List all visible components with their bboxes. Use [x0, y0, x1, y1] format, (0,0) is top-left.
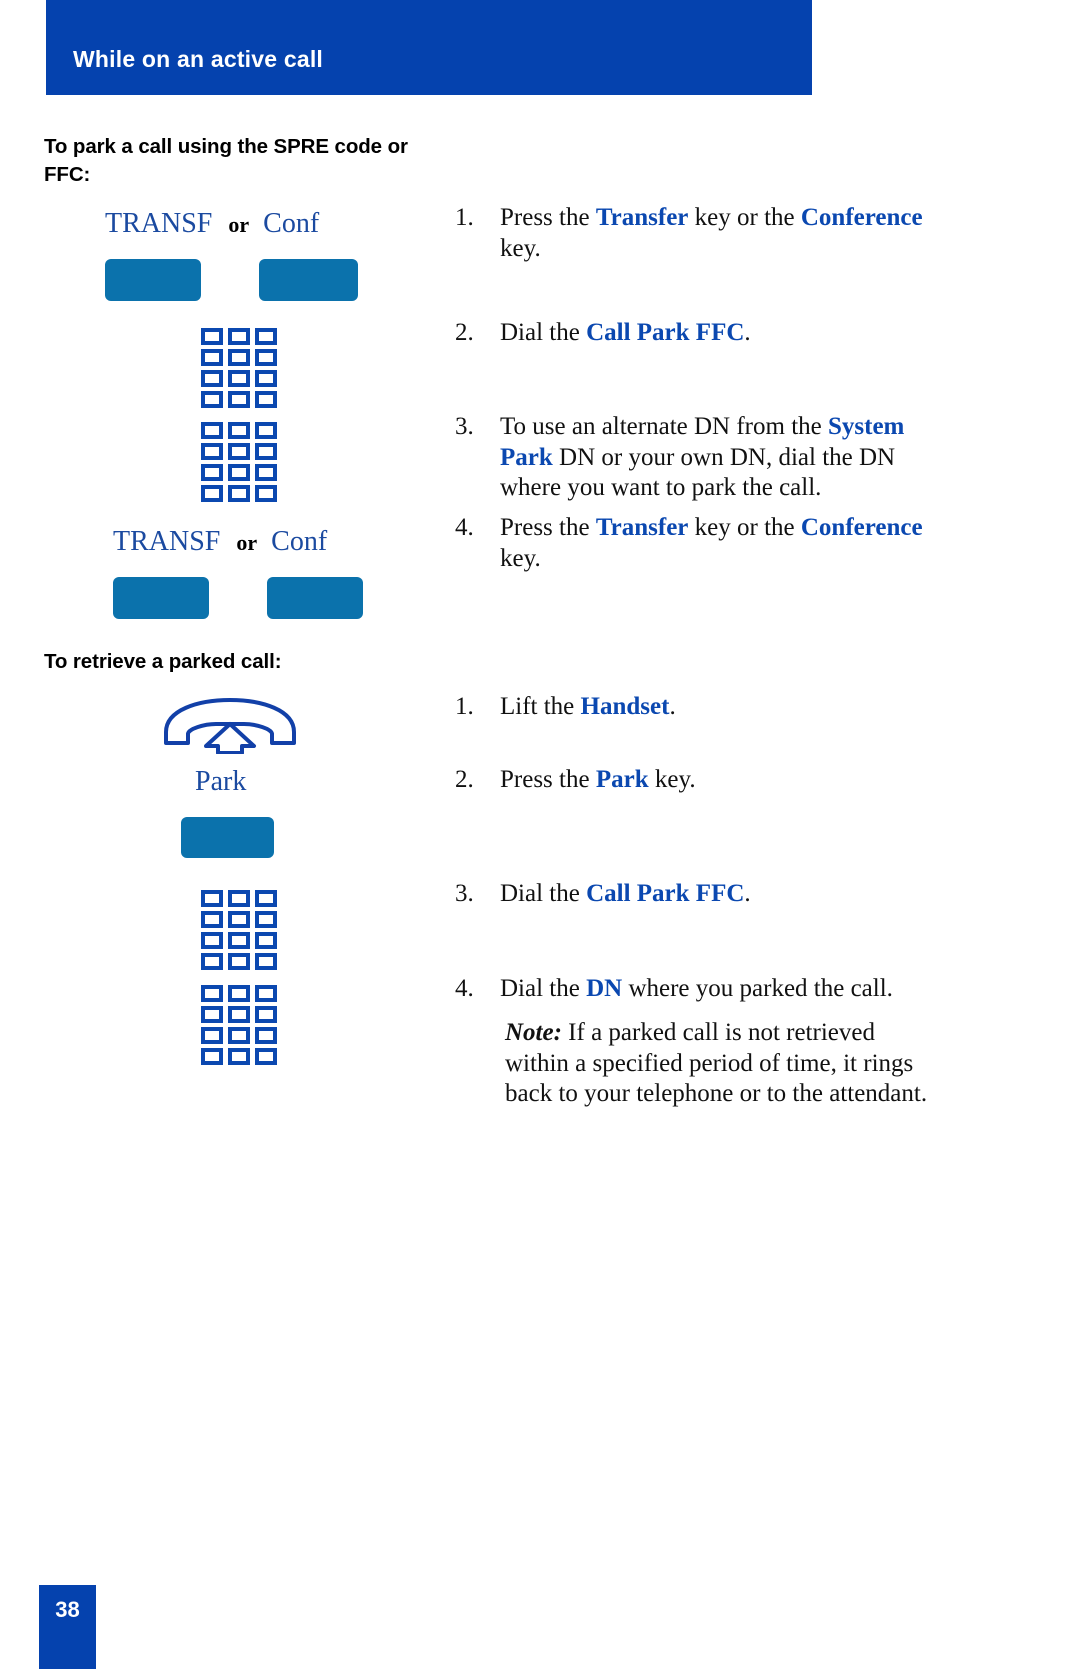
step-text: Dial the DN where you parked the call.: [500, 975, 893, 1002]
handset-lift-icon: [160, 698, 300, 759]
page-number-badge: 38: [39, 1585, 96, 1669]
conf-key-label: Conf: [271, 526, 328, 557]
keypad-cell: [201, 911, 223, 928]
keypad-cell: [228, 422, 250, 439]
step-item: 3. Dial the Call Park FFC.: [455, 879, 925, 910]
keypad-icon-2: [201, 422, 277, 502]
note-block: Note: If a parked call is not retrieved …: [505, 1018, 930, 1110]
keypad-cell: [201, 953, 223, 970]
keypad-icon-4: [201, 985, 277, 1065]
park-key-label: Park: [195, 766, 247, 797]
step-number: 4.: [455, 514, 474, 541]
step-text: To use an alternate DN from the System P…: [500, 413, 905, 501]
keypad-cell: [228, 890, 250, 907]
step-item: 1. Press the Transfer key or the Confere…: [455, 203, 925, 264]
keypad-cell: [255, 464, 277, 481]
keypad-cell: [201, 464, 223, 481]
step-item: 4. Press the Transfer key or the Confere…: [455, 513, 925, 574]
keypad-cell: [255, 1048, 277, 1065]
keypad-cell: [255, 1027, 277, 1044]
key-label-row-transfer-conference-1: TRANSF or Conf: [105, 210, 365, 238]
keypad-cell: [201, 985, 223, 1002]
keypad-cell: [255, 443, 277, 460]
keypad-cell: [228, 1027, 250, 1044]
keypad-cell: [228, 911, 250, 928]
keypad-icon-3: [201, 890, 277, 970]
keypad-cell: [228, 1048, 250, 1065]
step-item: 3. To use an alternate DN from the Syste…: [455, 412, 925, 504]
step-text: Dial the Call Park FFC.: [500, 319, 751, 346]
keypad-cell: [255, 953, 277, 970]
keypad-cell: [201, 370, 223, 387]
park-key-button[interactable]: [181, 817, 274, 858]
step-item: 1. Lift the Handset.: [455, 692, 925, 723]
or-separator-label: or: [228, 212, 250, 237]
keypad-cell: [228, 391, 250, 408]
step-number: 2.: [455, 766, 474, 793]
keypad-icon-1: [201, 328, 277, 408]
transf-key-label: TRANSF: [113, 526, 221, 557]
step-item: 4. Dial the DN where you parked the call…: [455, 974, 955, 1005]
transfer-key-button-1[interactable]: [105, 259, 201, 301]
page-number-value: 38: [55, 1597, 80, 1622]
conf-key-label: Conf: [263, 208, 320, 239]
keypad-cell: [201, 443, 223, 460]
step-text: Dial the Call Park FFC.: [500, 880, 751, 907]
keypad-cell: [255, 890, 277, 907]
transf-key-label: TRANSF: [105, 208, 213, 239]
keypad-cell: [255, 349, 277, 366]
or-separator-label: or: [236, 530, 258, 555]
keypad-cell: [201, 1048, 223, 1065]
keypad-cell: [228, 464, 250, 481]
keypad-cell: [255, 485, 277, 502]
transfer-key-button-2[interactable]: [113, 577, 209, 619]
keypad-cell: [255, 391, 277, 408]
note-label: Note:: [505, 1019, 562, 1046]
illustration-column: TRANSF or Conf TRANSF or Conf Park: [0, 0, 450, 1669]
keypad-cell: [201, 1006, 223, 1023]
keypad-cell: [201, 1027, 223, 1044]
keypad-cell: [228, 485, 250, 502]
keypad-cell: [255, 1006, 277, 1023]
step-text: Press the Transfer key or the Conference…: [500, 204, 923, 262]
keypad-cell: [228, 443, 250, 460]
conference-key-button-2[interactable]: [267, 577, 363, 619]
note-text: If a parked call is not retrieved within…: [505, 1019, 928, 1107]
step-number: 4.: [455, 975, 474, 1002]
keypad-cell: [255, 422, 277, 439]
keypad-cell: [228, 953, 250, 970]
keypad-cell: [255, 932, 277, 949]
keypad-cell: [255, 911, 277, 928]
key-label-row-transfer-conference-2: TRANSF or Conf: [113, 528, 373, 556]
keypad-cell: [255, 328, 277, 345]
keypad-cell: [228, 349, 250, 366]
keypad-cell: [201, 349, 223, 366]
keypad-cell: [228, 932, 250, 949]
step-item: 2. Press the Park key.: [455, 765, 925, 796]
step-text: Press the Transfer key or the Conference…: [500, 514, 923, 572]
keypad-cell: [201, 422, 223, 439]
step-text: Press the Park key.: [500, 766, 696, 793]
step-number: 3.: [455, 413, 474, 440]
keypad-cell: [255, 370, 277, 387]
step-number: 3.: [455, 880, 474, 907]
keypad-cell: [201, 328, 223, 345]
keypad-cell: [255, 985, 277, 1002]
keypad-cell: [228, 370, 250, 387]
keypad-cell: [228, 328, 250, 345]
step-text: Lift the Handset.: [500, 693, 676, 720]
keypad-cell: [201, 391, 223, 408]
step-number: 2.: [455, 319, 474, 346]
step-number: 1.: [455, 204, 474, 231]
keypad-cell: [201, 485, 223, 502]
step-item: 2. Dial the Call Park FFC.: [455, 318, 925, 349]
keypad-cell: [228, 1006, 250, 1023]
keypad-cell: [201, 890, 223, 907]
conference-key-button-1[interactable]: [259, 259, 358, 301]
step-number: 1.: [455, 693, 474, 720]
keypad-cell: [201, 932, 223, 949]
keypad-cell: [228, 985, 250, 1002]
